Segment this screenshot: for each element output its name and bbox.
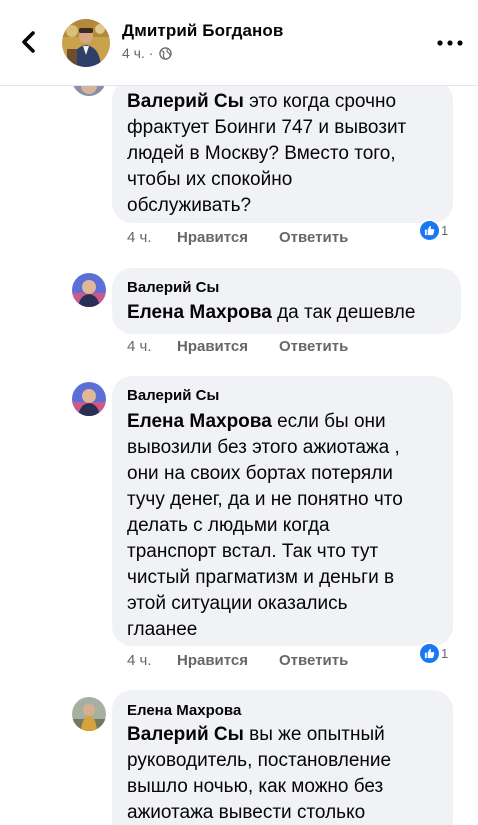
comment-actions: 4 ч. Нравится Ответить bbox=[127, 229, 348, 246]
back-chevron-icon[interactable] bbox=[14, 24, 44, 60]
like-button[interactable]: Нравится bbox=[177, 338, 279, 355]
author-avatar[interactable] bbox=[62, 19, 110, 67]
reply-button[interactable]: Ответить bbox=[279, 338, 348, 355]
mention-link[interactable]: Валерий Сы bbox=[127, 91, 244, 112]
elena-avatar-image bbox=[72, 697, 106, 731]
comment-actions: 4 ч. Нравится Ответить bbox=[127, 652, 348, 669]
comment-time: 4 ч. bbox=[127, 338, 152, 355]
comment-time: 4 ч. bbox=[127, 229, 152, 246]
comment-text: Валерий Сы это когда срочно фрактует Бои… bbox=[127, 91, 407, 216]
commenter-avatar[interactable] bbox=[72, 697, 106, 731]
like-button[interactable]: Нравится bbox=[177, 229, 279, 246]
comment-text: Валерий Сы вы же опытный руководитель, п… bbox=[127, 724, 392, 823]
like-icon bbox=[424, 225, 434, 235]
reaction-count[interactable]: 1 bbox=[418, 219, 448, 241]
more-options-icon[interactable] bbox=[436, 36, 464, 50]
post-time: 4 ч. · bbox=[122, 45, 154, 61]
mention-link[interactable]: Елена Махрова bbox=[127, 411, 272, 432]
comment-text: Елена Махрова да так дешевле bbox=[127, 302, 416, 323]
comment-time: 4 ч. bbox=[127, 652, 152, 669]
comment-actions: 4 ч. Нравится Ответить bbox=[127, 338, 348, 355]
reply-button[interactable]: Ответить bbox=[279, 229, 348, 246]
post-meta: 4 ч. · bbox=[122, 45, 173, 61]
like-button[interactable]: Нравится bbox=[177, 652, 279, 669]
commenter-avatar[interactable] bbox=[72, 382, 106, 416]
commenter-avatar[interactable] bbox=[72, 273, 106, 307]
mention-link[interactable]: Валерий Сы bbox=[127, 724, 244, 745]
reply-button[interactable]: Ответить bbox=[279, 652, 348, 669]
valery-avatar-image bbox=[72, 382, 106, 416]
comment-text: Елена Махрова если бы они вывозили без э… bbox=[127, 411, 403, 640]
mention-link[interactable]: Елена Махрова bbox=[127, 302, 272, 323]
author-avatar-image bbox=[62, 19, 110, 67]
comment-author[interactable]: Валерий Сы bbox=[127, 279, 219, 296]
reaction-count[interactable]: 1 bbox=[418, 642, 448, 664]
valery-avatar-image bbox=[72, 273, 106, 307]
comment-author[interactable]: Елена Махрова bbox=[127, 702, 241, 719]
like-icon bbox=[424, 648, 434, 658]
author-name[interactable]: Дмитрий Богданов bbox=[122, 21, 283, 41]
thread-header: Дмитрий Богданов 4 ч. · bbox=[0, 0, 478, 86]
comment-author[interactable]: Валерий Сы bbox=[127, 387, 219, 404]
globe-icon bbox=[159, 46, 173, 60]
